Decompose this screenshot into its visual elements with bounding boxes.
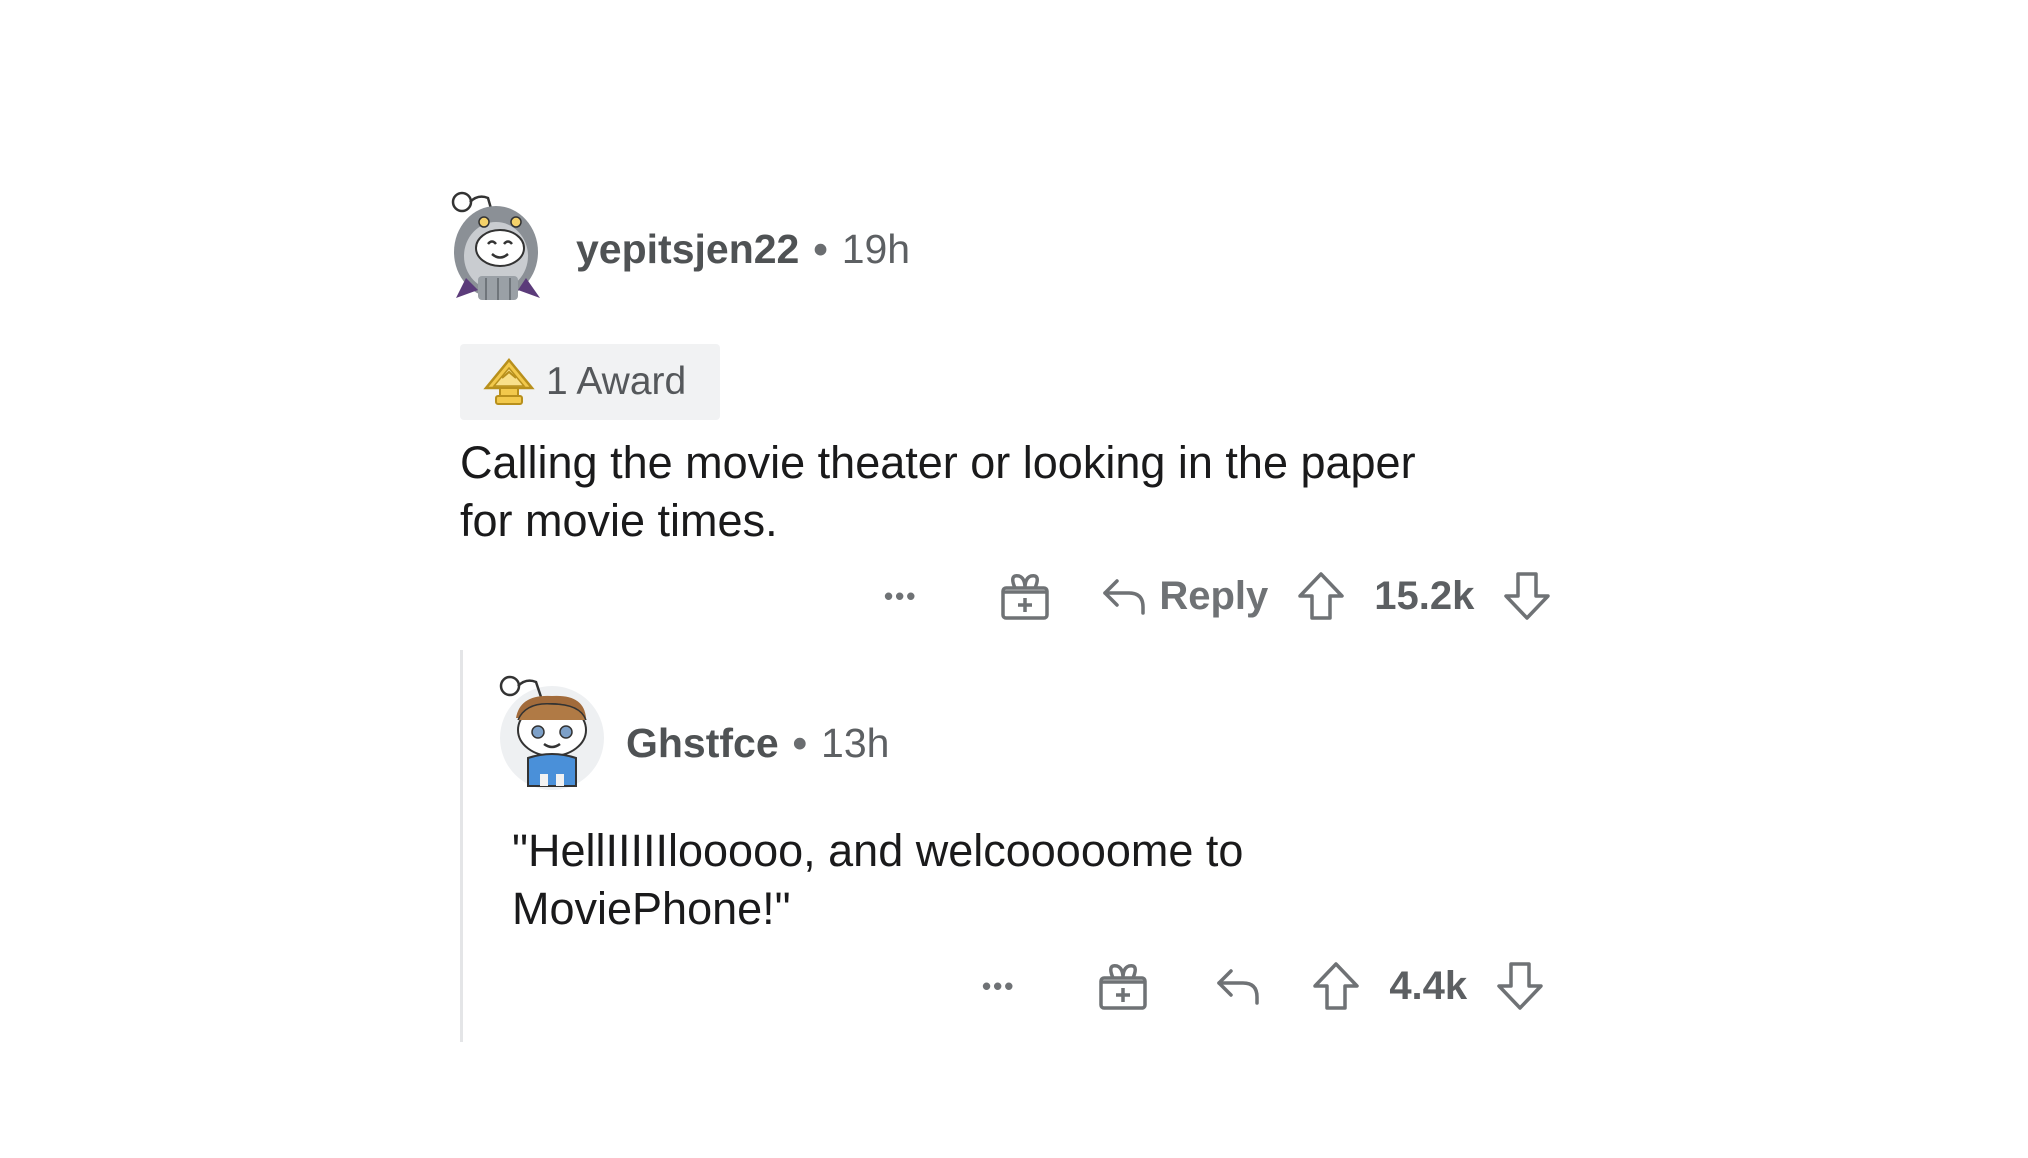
comment-body-line: MoviePhone!" — [512, 883, 791, 934]
comment-actions: ••• 4.4k — [982, 956, 1545, 1016]
avatar[interactable] — [448, 190, 550, 300]
reply-button[interactable]: Reply — [1099, 573, 1268, 619]
reply-icon — [1217, 969, 1260, 1005]
snoo-avatar-icon — [451, 191, 540, 300]
upvote-button[interactable] — [1311, 960, 1361, 1012]
give-award-button[interactable] — [999, 570, 1051, 622]
timestamp[interactable]: 13h — [821, 720, 889, 767]
downvote-arrow-icon — [1497, 962, 1543, 1010]
vote-score: 15.2k — [1374, 573, 1475, 618]
downvote-button[interactable] — [1502, 570, 1552, 622]
downvote-arrow-icon — [1504, 572, 1551, 620]
upvote-arrow-icon — [1313, 962, 1360, 1010]
comment-body: "HellIIIIIlooooo, and welcooooome to Mov… — [512, 822, 1692, 938]
comment-body-line: for movie times. — [460, 495, 778, 546]
timestamp[interactable]: 19h — [842, 226, 910, 273]
more-options-button[interactable]: ••• — [884, 581, 917, 612]
upvote-button[interactable] — [1296, 570, 1346, 622]
reply-icon — [1103, 579, 1146, 615]
username[interactable]: Ghstfce — [626, 720, 779, 767]
gold-award-icon — [483, 358, 535, 405]
give-award-button[interactable] — [1097, 960, 1149, 1012]
comment-body-line: Calling the movie theater or looking in … — [460, 437, 1416, 488]
more-options-button[interactable]: ••• — [982, 971, 1015, 1002]
username[interactable]: yepitsjen22 — [576, 226, 799, 273]
comment-meta: Ghstfce • 13h — [626, 720, 889, 767]
snoo-avatar-icon — [499, 675, 604, 790]
gift-icon — [1099, 964, 1148, 1010]
award-chip[interactable]: 1 Award — [460, 344, 720, 420]
reply-label: Reply — [1159, 573, 1269, 618]
comment-body: Calling the movie theater or looking in … — [460, 434, 1660, 550]
more-options-icon: ••• — [884, 580, 918, 611]
meta-separator: • — [792, 720, 808, 766]
more-options-icon: ••• — [982, 970, 1016, 1001]
thread-line[interactable] — [460, 650, 463, 1042]
downvote-button[interactable] — [1495, 960, 1545, 1012]
upvote-arrow-icon — [1298, 572, 1344, 620]
award-label: 1 Award — [546, 360, 687, 403]
meta-separator: • — [813, 226, 828, 272]
avatar[interactable] — [496, 674, 604, 790]
comment-body-line: "HellIIIIIlooooo, and welcooooome to — [512, 825, 1244, 876]
gift-icon — [1001, 574, 1050, 620]
comment-meta: yepitsjen22 • 19h — [576, 226, 910, 273]
reply-button[interactable] — [1213, 963, 1263, 1009]
vote-score: 4.4k — [1389, 963, 1468, 1008]
comment-actions: ••• Reply 15.2k — [884, 566, 1552, 626]
